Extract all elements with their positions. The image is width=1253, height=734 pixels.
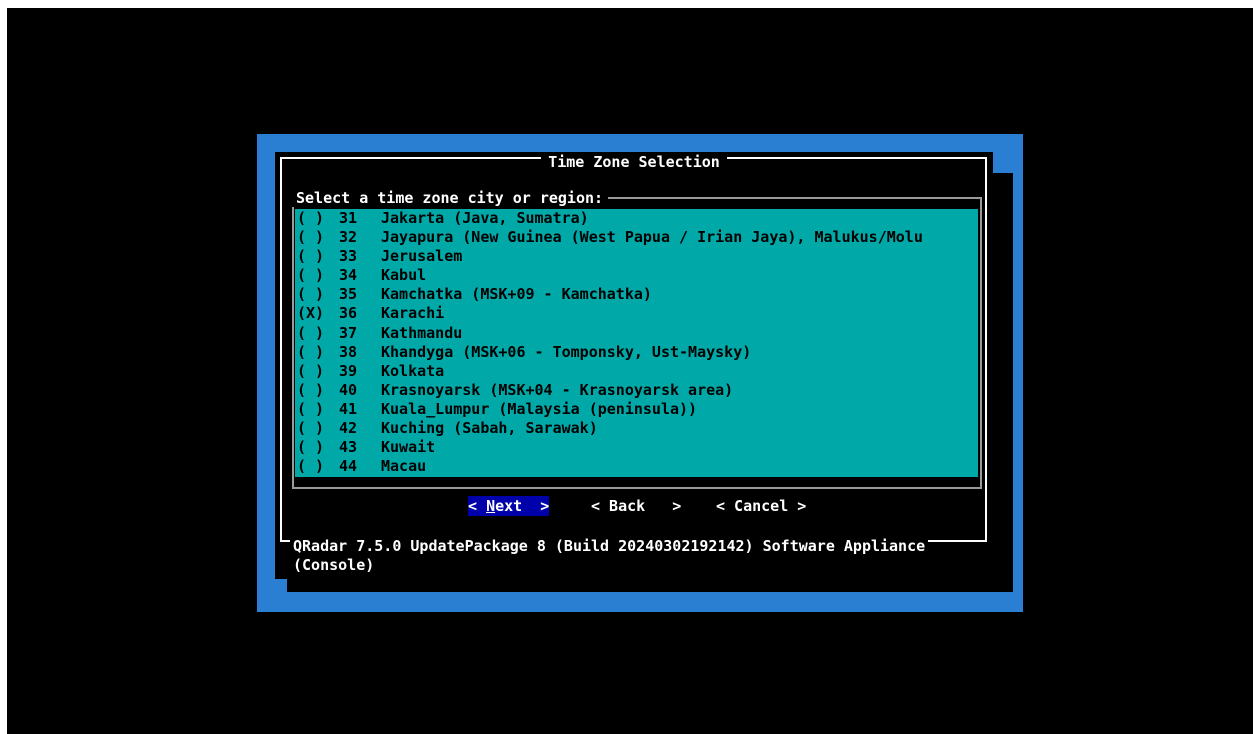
terminal-screen: Time Zone Selection Select a time zone c…: [7, 8, 1253, 734]
option-city-label: Kabul: [381, 266, 427, 285]
timezone-option[interactable]: ( ) 32 Jayapura (New Guinea (West Papua / …: [295, 228, 978, 247]
option-number: 36: [339, 304, 358, 323]
option-number: 39: [339, 361, 358, 380]
option-number: 42: [339, 419, 358, 438]
radio-indicator[interactable]: ( ): [297, 324, 324, 343]
dialog-shadow-bottom: [287, 579, 1013, 592]
next-hotkey: N: [486, 497, 496, 515]
timezone-option[interactable]: ( ) 33 Jerusalem: [295, 247, 978, 266]
timezone-option[interactable]: ( ) 44 Macau: [295, 457, 978, 476]
option-city-label: Karachi: [381, 304, 445, 323]
radio-indicator[interactable]: ( ): [297, 266, 324, 285]
timezone-option[interactable]: ( ) 43 Kuwait: [295, 438, 978, 457]
radio-indicator[interactable]: ( ): [297, 457, 324, 476]
timezone-list[interactable]: ( ) 31 Jakarta (Java, Sumatra) ( ) 32 Jayapur…: [295, 209, 978, 477]
footer-product-info: QRadar 7.5.0 UpdatePackage 8 (Build 2024…: [290, 537, 929, 555]
option-number: 35: [339, 285, 358, 304]
timezone-option[interactable]: ( ) 34 Kabul: [295, 266, 978, 285]
option-city-label: Jayapura (New Guinea (West Papua / Irian…: [381, 228, 923, 247]
timezone-option[interactable]: ( ) 42 Kuching (Sabah, Sarawak): [295, 419, 978, 438]
option-number: 32: [339, 228, 358, 247]
option-city-label: Kamchatka (MSK+09 - Kamchatka): [381, 285, 652, 304]
footer-console-label: (Console): [293, 556, 375, 574]
option-number: 34: [339, 266, 358, 285]
option-number: 41: [339, 399, 358, 418]
radio-indicator[interactable]: ( ): [297, 381, 324, 400]
radio-indicator[interactable]: ( ): [297, 362, 324, 381]
timezone-option[interactable]: ( ) 40 Krasnoyarsk (MSK+04 - Krasnoyarsk a…: [295, 381, 978, 400]
timezone-option[interactable]: ( ) 41 Kuala_Lumpur (Malaysia (peninsula)): [295, 400, 978, 419]
radio-indicator[interactable]: ( ): [297, 285, 324, 304]
back-button[interactable]: < Back >: [591, 496, 681, 516]
option-number: 44: [339, 457, 358, 476]
timezone-dialog: Time Zone Selection Select a time zone c…: [275, 152, 993, 579]
next-right-bracket: >: [522, 497, 550, 515]
radio-indicator[interactable]: ( ): [297, 438, 324, 457]
option-city-label: Krasnoyarsk (MSK+04 - Krasnoyarsk area): [381, 380, 734, 399]
radio-indicator[interactable]: ( ): [297, 419, 324, 438]
timezone-option[interactable]: ( ) 35 Kamchatka (MSK+09 - Kamchatka): [295, 285, 978, 304]
option-number: 33: [339, 247, 358, 266]
dialog-shadow: [993, 173, 1013, 592]
option-number: 31: [339, 209, 358, 227]
timezone-option[interactable]: ( ) 37 Kathmandu: [295, 324, 978, 343]
timezone-option[interactable]: ( ) 39 Kolkata: [295, 362, 978, 381]
next-label: ext: [495, 497, 523, 515]
radio-indicator[interactable]: ( ): [297, 343, 324, 362]
dialog-title-text: Time Zone Selection: [541, 153, 727, 171]
option-number: 38: [339, 342, 358, 361]
timezone-option[interactable]: ( ) 31 Jakarta (Java, Sumatra): [295, 209, 978, 228]
button-bar: < Next > < Back > < Cancel >: [275, 496, 993, 518]
option-city-label: Macau: [381, 457, 427, 476]
radio-indicator[interactable]: (X): [297, 304, 324, 323]
list-label: Select a time zone city or region:: [291, 189, 609, 207]
option-city-label: Khandyga (MSK+06 - Tomponsky, Ust-Maysky…: [381, 342, 752, 361]
option-city-label: Jakarta (Java, Sumatra): [381, 209, 589, 227]
option-number: 40: [339, 380, 358, 399]
option-city-label: Kuwait: [381, 438, 436, 457]
dialog-title: Time Zone Selection: [275, 153, 993, 171]
option-city-label: Jerusalem: [381, 247, 463, 266]
cancel-button[interactable]: < Cancel >: [716, 496, 806, 516]
radio-indicator[interactable]: ( ): [297, 228, 324, 247]
option-city-label: Kolkata: [381, 361, 445, 380]
radio-indicator[interactable]: ( ): [297, 400, 324, 419]
dialog-footer: QRadar 7.5.0 UpdatePackage 8 (Build 2024…: [290, 537, 990, 575]
option-number: 43: [339, 438, 358, 457]
next-left-bracket: <: [468, 497, 487, 515]
option-city-label: Kathmandu: [381, 323, 463, 342]
radio-indicator[interactable]: ( ): [297, 247, 324, 266]
timezone-option[interactable]: ( ) 38 Khandyga (MSK+06 - Tomponsky, Ust-M…: [295, 343, 978, 362]
timezone-option[interactable]: (X) 36 Karachi: [295, 304, 978, 323]
radio-indicator[interactable]: ( ): [297, 209, 324, 228]
option-number: 37: [339, 323, 358, 342]
option-city-label: Kuching (Sabah, Sarawak): [381, 419, 598, 438]
option-city-label: Kuala_Lumpur (Malaysia (peninsula)): [381, 399, 698, 418]
next-button[interactable]: < Next >: [468, 496, 550, 516]
